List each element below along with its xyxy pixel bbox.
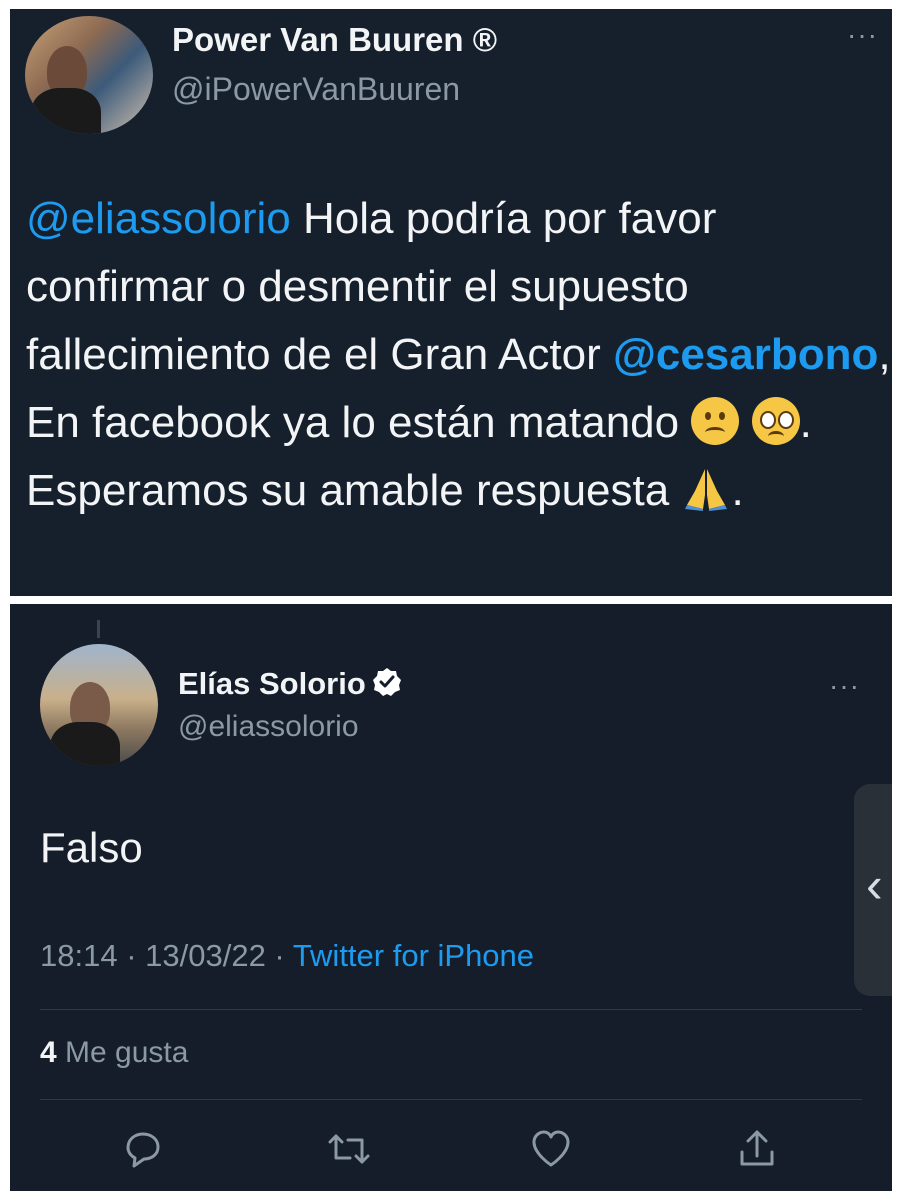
mention-link-eliassolorio[interactable]: @eliassolorio: [26, 194, 291, 243]
meta-separator: ·: [265, 938, 293, 973]
frowning-face-icon: [691, 397, 740, 445]
mention-link-cesarbono[interactable]: @cesarbono: [613, 330, 878, 379]
thread-connector-line: [97, 620, 100, 638]
avatar-power-van-buuren[interactable]: [25, 16, 153, 134]
more-options-icon[interactable]: ···: [847, 21, 878, 49]
likes-number: 4: [40, 1036, 57, 1069]
divider: [40, 1009, 862, 1010]
display-name[interactable]: Elías Solorio: [178, 666, 402, 702]
share-icon[interactable]: [734, 1126, 780, 1172]
more-options-icon[interactable]: ···: [829, 672, 860, 700]
meta-separator: ·: [117, 938, 146, 973]
reply-tweet: Elías Solorio @eliassolorio ··· Falso 18…: [10, 604, 892, 1191]
likes-count[interactable]: 4 Me gusta: [40, 1036, 188, 1070]
tweet-source-link[interactable]: Twitter for iPhone: [293, 938, 534, 973]
tweet-date[interactable]: 13/03/22: [145, 938, 266, 973]
reply-icon[interactable]: [120, 1126, 166, 1172]
original-tweet: Power Van Buuren ® @iPowerVanBuuren ··· …: [10, 9, 892, 596]
avatar-figure-body: [31, 88, 101, 134]
likes-label: Me gusta: [56, 1036, 189, 1069]
tweet-time[interactable]: 18:14: [40, 938, 118, 973]
user-handle[interactable]: @iPowerVanBuuren: [172, 71, 460, 108]
tweet-text-part: .: [731, 466, 744, 515]
tweet-text: Falso: [40, 824, 143, 871]
divider: [40, 1099, 862, 1100]
verified-badge-icon: [372, 668, 401, 696]
display-name[interactable]: Power Van Buuren ®: [172, 21, 497, 59]
display-name-text: Elías Solorio: [178, 666, 366, 701]
pleading-face-icon: [751, 397, 800, 445]
tweet-metadata: 18:14 · 13/03/22 · Twitter for iPhone: [40, 938, 534, 974]
chevron-left-icon: ‹: [866, 857, 883, 913]
avatar-figure-body: [50, 722, 120, 766]
retweet-icon[interactable]: [326, 1126, 372, 1172]
tweet-text: @eliassolorio Hola podría por favor conf…: [26, 185, 892, 525]
user-handle[interactable]: @eliassolorio: [178, 710, 359, 744]
folded-hands-icon: [681, 463, 731, 511]
avatar-elias-solorio[interactable]: [40, 644, 158, 766]
like-icon[interactable]: [528, 1126, 574, 1172]
side-panel-handle[interactable]: ‹: [854, 784, 892, 996]
